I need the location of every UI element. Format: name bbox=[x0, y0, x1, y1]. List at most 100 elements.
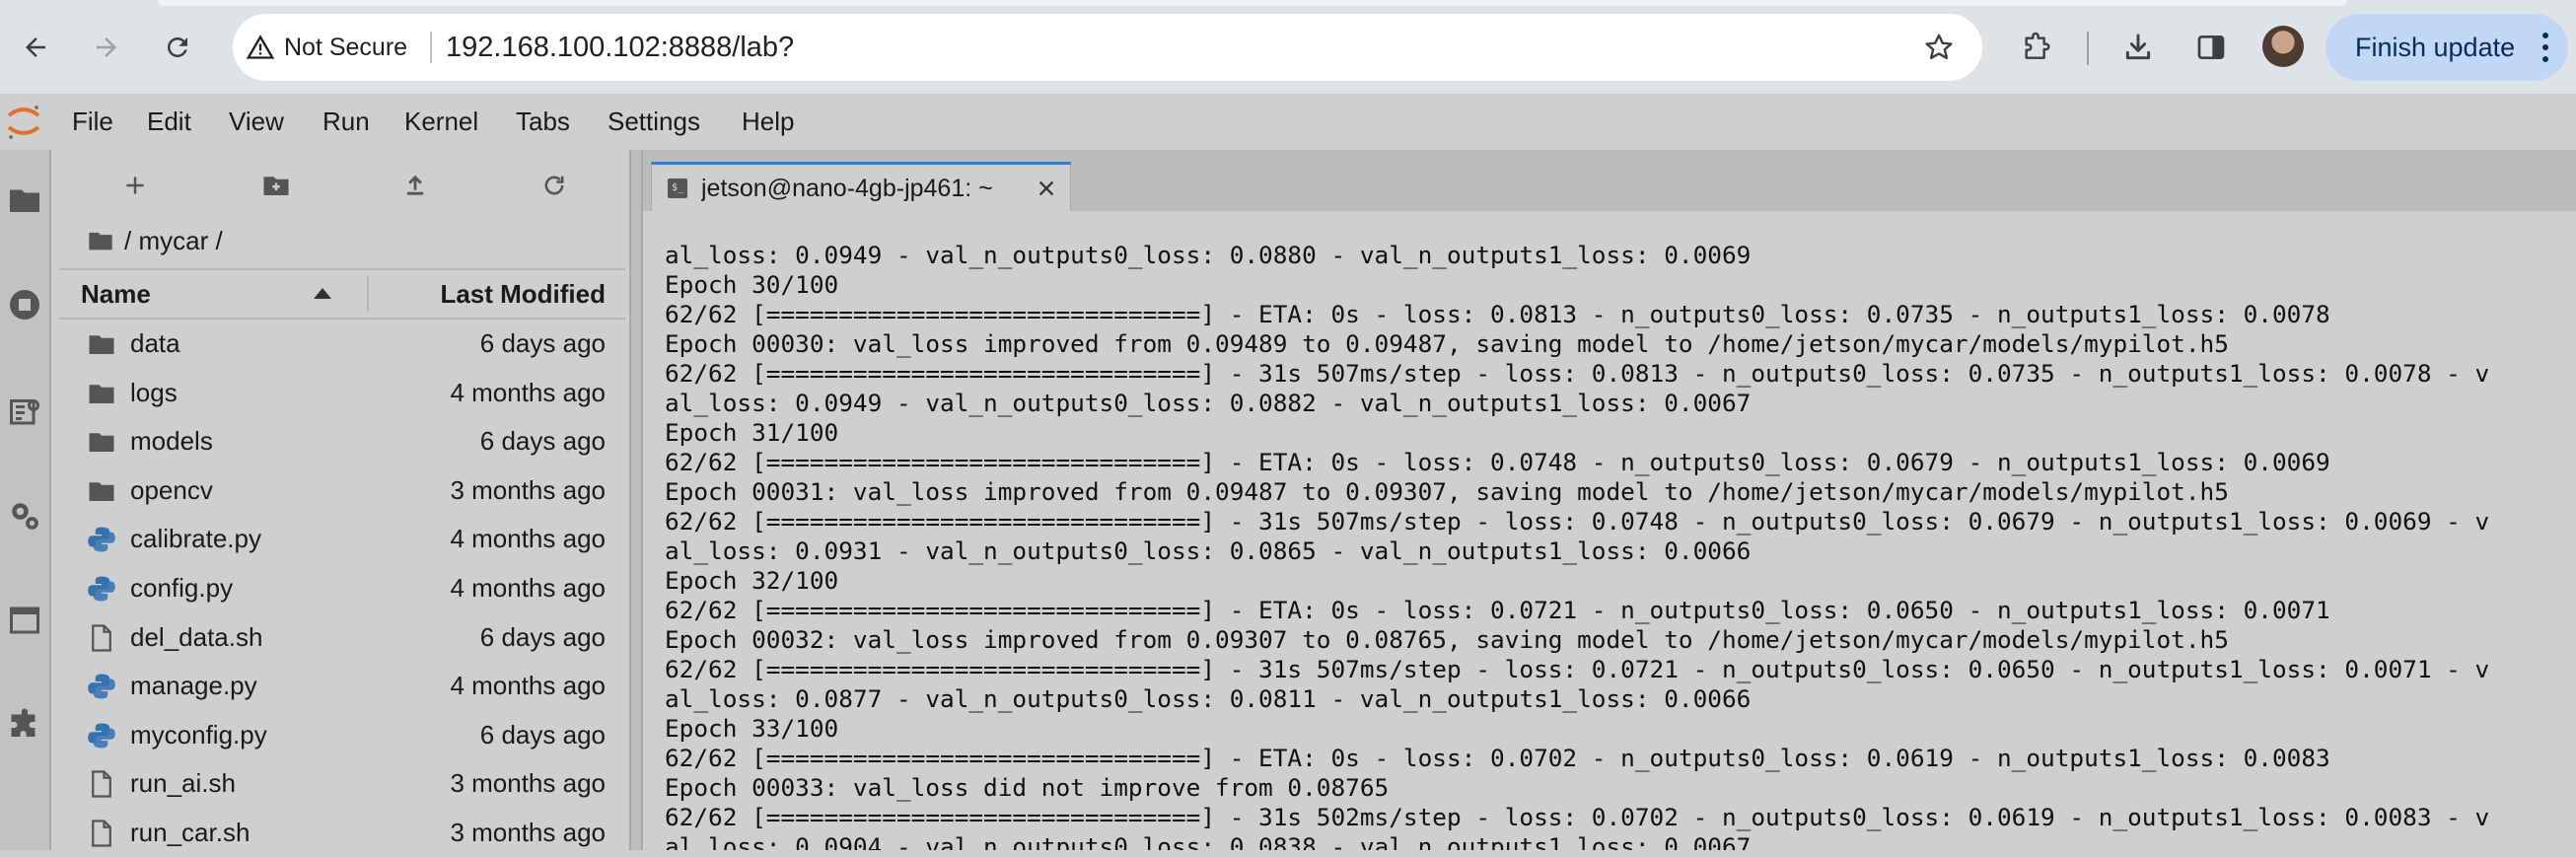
file-name: manage.py bbox=[130, 671, 257, 701]
security-label: Not Secure bbox=[284, 33, 408, 61]
terminal-tab[interactable]: $_ jetson@nano-4gb-jp461: ~ bbox=[651, 162, 1071, 213]
running-sessions-tab[interactable] bbox=[4, 284, 45, 325]
download-icon bbox=[2125, 34, 2151, 60]
back-button[interactable] bbox=[10, 22, 61, 73]
python-file-icon bbox=[85, 719, 118, 752]
file-row[interactable]: models 6 days ago bbox=[59, 417, 625, 465]
folder-icon bbox=[85, 377, 118, 410]
terminal-line: al_loss: 0.0877 - val_n_outputs0_loss: 0… bbox=[665, 684, 1752, 713]
file-icon bbox=[85, 767, 118, 801]
modified-column-header[interactable]: Last Modified bbox=[440, 270, 606, 318]
terminal-output[interactable]: al_loss: 0.0949 - val_n_outputs0_loss: 0… bbox=[643, 211, 2576, 850]
toolbar-separator bbox=[2087, 32, 2089, 65]
puzzle-icon bbox=[2025, 32, 2050, 59]
tabs-panel-tab[interactable] bbox=[4, 600, 45, 641]
more-vert-icon bbox=[2542, 33, 2548, 62]
sort-ascending-icon[interactable] bbox=[314, 288, 331, 299]
file-modified: 3 months ago bbox=[450, 768, 606, 799]
breadcrumb[interactable]: / mycar / bbox=[87, 219, 223, 262]
file-modified: 6 days ago bbox=[479, 328, 606, 358]
upload-icon bbox=[406, 175, 424, 195]
browser-toolbar: Not Secure 192.168.100.102:8888/lab? Fin… bbox=[0, 0, 2576, 94]
side-panel-icon bbox=[2197, 36, 2225, 59]
url-text[interactable]: 192.168.100.102:8888/lab? bbox=[446, 24, 794, 71]
file-modified: 6 days ago bbox=[479, 426, 606, 457]
panel-splitter[interactable] bbox=[629, 150, 643, 850]
warning-triangle-icon bbox=[247, 35, 274, 59]
finish-update-label: Finish update bbox=[2355, 32, 2516, 62]
folder-icon bbox=[85, 425, 118, 459]
menu-settings[interactable]: Settings bbox=[608, 94, 700, 150]
file-row[interactable]: config.py 4 months ago bbox=[59, 564, 625, 612]
file-name: calibrate.py bbox=[130, 524, 261, 554]
close-tab-button[interactable] bbox=[1033, 175, 1060, 202]
downloads-button[interactable] bbox=[2112, 22, 2164, 73]
terminal-line: 62/62 [==============================] -… bbox=[665, 507, 2490, 536]
refresh-icon bbox=[544, 176, 564, 195]
forward-button[interactable] bbox=[81, 22, 132, 73]
new-launcher-button[interactable] bbox=[113, 164, 157, 207]
folder-icon bbox=[85, 327, 118, 361]
command-palette-tab[interactable] bbox=[4, 391, 45, 432]
file-row[interactable]: del_data.sh 6 days ago bbox=[59, 613, 625, 662]
extensions-button[interactable] bbox=[2010, 22, 2061, 73]
file-modified: 4 months ago bbox=[450, 377, 606, 407]
new-folder-button[interactable] bbox=[254, 164, 298, 207]
security-indicator[interactable]: Not Secure bbox=[247, 22, 407, 73]
python-file-icon bbox=[85, 523, 118, 556]
jupyter-logo-icon bbox=[7, 106, 40, 139]
terminal-line: 62/62 [==============================] -… bbox=[665, 300, 2330, 328]
menu-edit[interactable]: Edit bbox=[147, 94, 191, 150]
terminal-line: Epoch 00032: val_loss improved from 0.09… bbox=[665, 625, 2229, 654]
finish-update-button[interactable]: Finish update bbox=[2326, 14, 2568, 81]
file-name: config.py bbox=[130, 573, 234, 603]
column-divider[interactable] bbox=[367, 276, 369, 312]
star-icon bbox=[1925, 34, 1953, 59]
file-row[interactable]: logs 4 months ago bbox=[59, 369, 625, 417]
stop-circle-icon bbox=[10, 290, 39, 320]
property-inspector-tab[interactable] bbox=[4, 495, 45, 536]
terminal-line: al_loss: 0.0949 - val_n_outputs0_loss: 0… bbox=[665, 389, 1752, 417]
folder-icon bbox=[85, 474, 118, 508]
folder-icon bbox=[10, 189, 39, 212]
gears-icon bbox=[12, 503, 38, 530]
file-icon bbox=[85, 621, 118, 655]
terminal-line: Epoch 00031: val_loss improved from 0.09… bbox=[665, 477, 2229, 506]
menu-file[interactable]: File bbox=[72, 94, 113, 150]
terminal-line: 62/62 [==============================] -… bbox=[665, 596, 2330, 624]
file-browser-tab[interactable] bbox=[4, 179, 45, 221]
upload-button[interactable] bbox=[394, 164, 437, 207]
menu-bar: File Edit View Run Kernel Tabs Settings … bbox=[0, 94, 2576, 151]
file-row[interactable]: run_ai.sh 3 months ago bbox=[59, 759, 625, 808]
file-name: del_data.sh bbox=[130, 621, 263, 652]
menu-tabs[interactable]: Tabs bbox=[516, 94, 570, 150]
python-file-icon bbox=[85, 572, 118, 606]
terminal-line: Epoch 33/100 bbox=[665, 714, 839, 743]
terminal-line: Epoch 32/100 bbox=[665, 566, 839, 595]
name-column-header[interactable]: Name bbox=[81, 270, 151, 318]
side-panel-button[interactable] bbox=[2185, 22, 2237, 73]
folder-icon bbox=[89, 232, 112, 250]
menu-kernel[interactable]: Kernel bbox=[404, 94, 478, 150]
file-row[interactable]: calibrate.py 4 months ago bbox=[59, 515, 625, 563]
new-folder-icon bbox=[263, 177, 289, 195]
puzzle-icon bbox=[11, 708, 36, 737]
menu-help[interactable]: Help bbox=[742, 94, 794, 150]
file-row[interactable]: data 6 days ago bbox=[59, 320, 625, 368]
bookmark-button[interactable] bbox=[1913, 22, 1965, 73]
file-row[interactable]: myconfig.py 6 days ago bbox=[59, 711, 625, 759]
profile-avatar[interactable] bbox=[2262, 26, 2304, 67]
window-icon bbox=[10, 607, 39, 634]
file-row[interactable]: opencv 3 months ago bbox=[59, 466, 625, 515]
extension-manager-tab[interactable] bbox=[4, 704, 45, 746]
file-name: myconfig.py bbox=[130, 719, 267, 750]
menu-view[interactable]: View bbox=[229, 94, 284, 150]
file-name: data bbox=[130, 328, 180, 358]
file-modified: 6 days ago bbox=[479, 719, 606, 750]
terminal-line: al_loss: 0.0904 - val_n_outputs0_loss: 0… bbox=[665, 832, 1752, 850]
file-row[interactable]: manage.py 4 months ago bbox=[59, 662, 625, 710]
reload-button[interactable] bbox=[152, 22, 203, 73]
reload-icon bbox=[168, 36, 187, 57]
menu-run[interactable]: Run bbox=[322, 94, 370, 150]
refresh-button[interactable] bbox=[533, 164, 576, 207]
